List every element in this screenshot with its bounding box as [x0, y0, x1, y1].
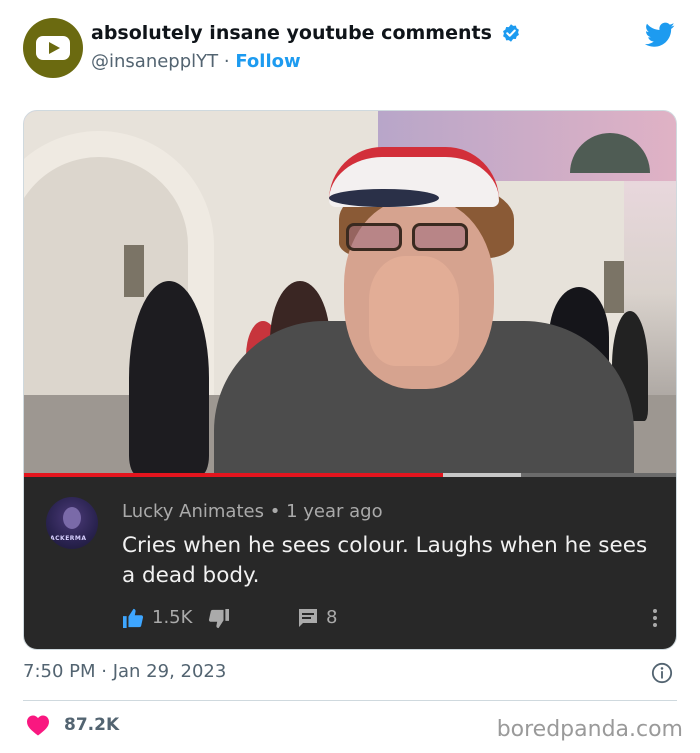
account-names: absolutely insane youtube comments @insa…: [91, 22, 521, 72]
handle-row: @insanepplYT · Follow: [91, 51, 521, 72]
subject-cap-brim: [329, 189, 439, 207]
tweet-media[interactable]: ACKERMA Lucky Animates • 1 year ago Crie…: [23, 110, 677, 650]
comment-text: Cries when he sees colour. Laughs when h…: [122, 533, 648, 588]
handle-separator: ·: [223, 51, 230, 72]
comment-replies-button[interactable]: 8: [298, 607, 337, 628]
tweet-likes[interactable]: 87.2K: [26, 713, 119, 737]
watermark: boredpanda.com: [496, 717, 683, 742]
video-frame-photo: [24, 111, 676, 475]
comment-meta: Lucky Animates • 1 year ago: [122, 501, 383, 522]
commenter-avatar-text: ACKERMA: [50, 535, 87, 542]
comment-reply-count: 8: [326, 607, 338, 628]
twitter-logo-icon[interactable]: [645, 22, 675, 48]
comment-dislike-button[interactable]: [208, 609, 230, 629]
background-person: [129, 281, 209, 475]
youtube-comment: ACKERMA Lucky Animates • 1 year ago Crie…: [24, 477, 676, 649]
more-icon[interactable]: [652, 609, 658, 629]
thumbs-up-icon: [123, 608, 144, 628]
follow-button[interactable]: Follow: [235, 51, 300, 72]
thumbs-down-icon: [208, 609, 229, 629]
comment-age[interactable]: 1 year ago: [286, 501, 383, 522]
footer-divider: [23, 700, 677, 701]
verified-badge-icon: [503, 24, 519, 42]
subject-hands: [369, 256, 459, 366]
heart-icon: [27, 715, 49, 736]
comment-icon: [299, 608, 317, 627]
info-icon[interactable]: [651, 662, 673, 684]
subject-glasses: [346, 223, 474, 253]
tweet-timestamp[interactable]: 7:50 PM · Jan 29, 2023: [23, 661, 226, 682]
comment-meta-separator: •: [269, 501, 281, 522]
comment-like-count: 1.5K: [152, 607, 193, 628]
commenter-avatar[interactable]: ACKERMA: [46, 497, 98, 549]
tweet-header: absolutely insane youtube comments @insa…: [23, 18, 683, 80]
tweet-like-count: 87.2K: [64, 715, 120, 735]
handle[interactable]: @insanepplYT: [91, 51, 218, 72]
youtube-logo-icon: [36, 36, 70, 60]
display-name[interactable]: absolutely insane youtube comments: [91, 22, 492, 44]
comment-like-button[interactable]: 1.5K: [122, 607, 192, 628]
account-avatar[interactable]: [23, 18, 83, 78]
comment-author[interactable]: Lucky Animates: [122, 501, 264, 522]
